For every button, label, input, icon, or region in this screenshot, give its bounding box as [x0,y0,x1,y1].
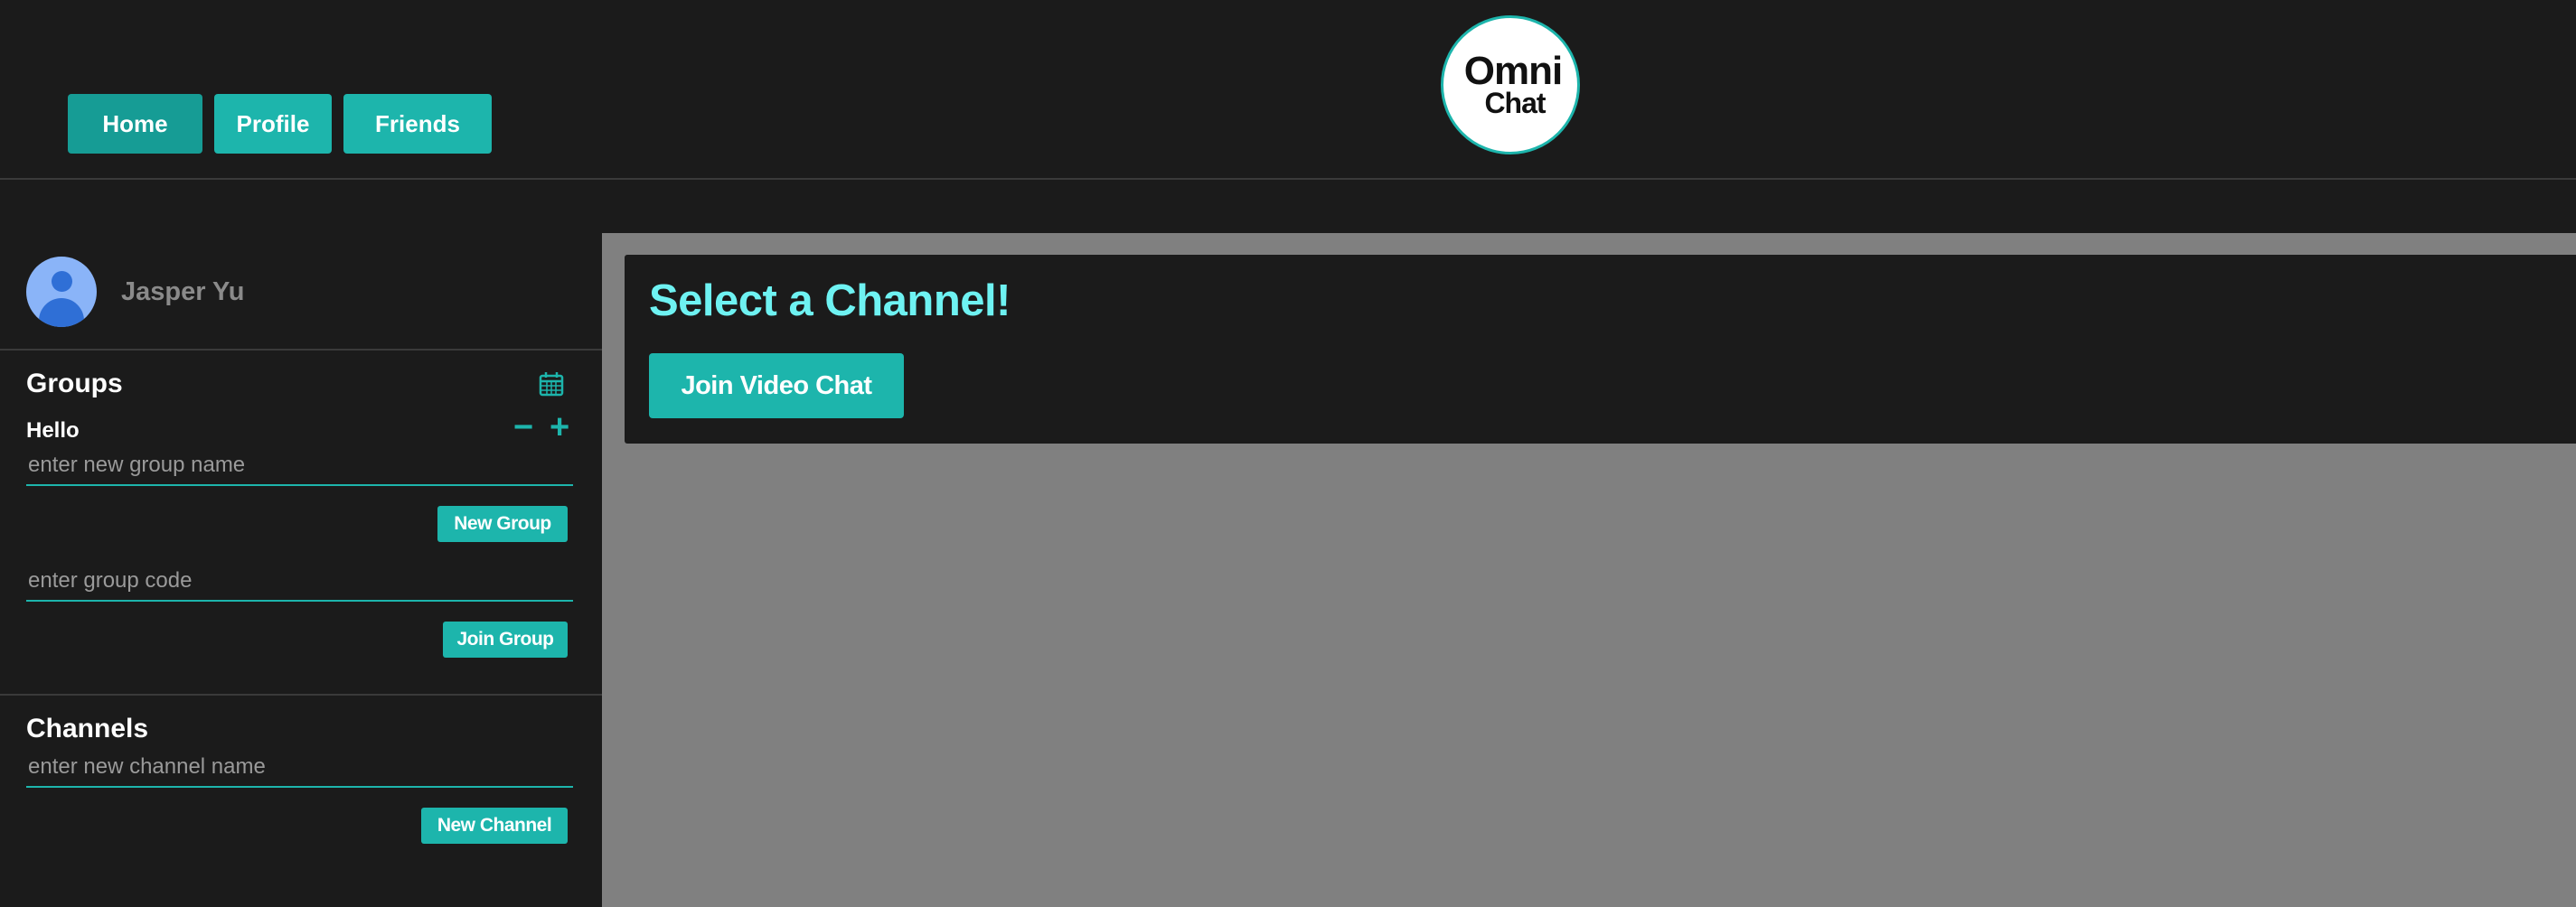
nav-home-button[interactable]: Home [68,94,202,154]
remove-group-button[interactable]: − [513,409,533,445]
logo-text-omni: Omni [1463,49,1563,93]
group-code-input[interactable] [26,562,573,602]
avatar-head [52,271,72,292]
omnichat-logo: Omni Chat [1441,15,1580,154]
top-nav: Home Profile Friends [68,94,492,154]
sidebar-divider [0,349,602,351]
nav-friends-button[interactable]: Friends [343,94,492,154]
channel-header-card: Select a Channel! Join Video Chat [625,255,2576,444]
sidebar: Jasper Yu Groups Hello − + New Group Joi… [0,233,602,907]
new-group-button[interactable]: New Group [437,506,568,542]
user-name: Jasper Yu [121,276,245,306]
page-title: Select a Channel! [649,276,1011,325]
logo-text-chat: Chat [1484,87,1546,119]
join-video-chat-button[interactable]: Join Video Chat [649,353,904,418]
new-channel-name-input[interactable] [26,748,573,788]
join-group-button[interactable]: Join Group [443,622,568,658]
user-avatar-icon [26,257,97,327]
sidebar-divider [0,694,602,696]
add-group-button[interactable]: + [550,409,569,445]
avatar-body [39,298,84,327]
header: Home Profile Friends Omni Chat [0,0,2576,180]
group-item-hello[interactable]: Hello [26,418,80,444]
channels-title: Channels [26,714,149,743]
new-channel-button[interactable]: New Channel [421,808,568,844]
new-group-name-input[interactable] [26,446,573,486]
main-content: Select a Channel! Join Video Chat [602,233,2576,907]
nav-profile-button[interactable]: Profile [214,94,332,154]
groups-title: Groups [26,369,123,398]
calendar-icon[interactable] [539,371,564,397]
user-info: Jasper Yu [26,257,245,327]
